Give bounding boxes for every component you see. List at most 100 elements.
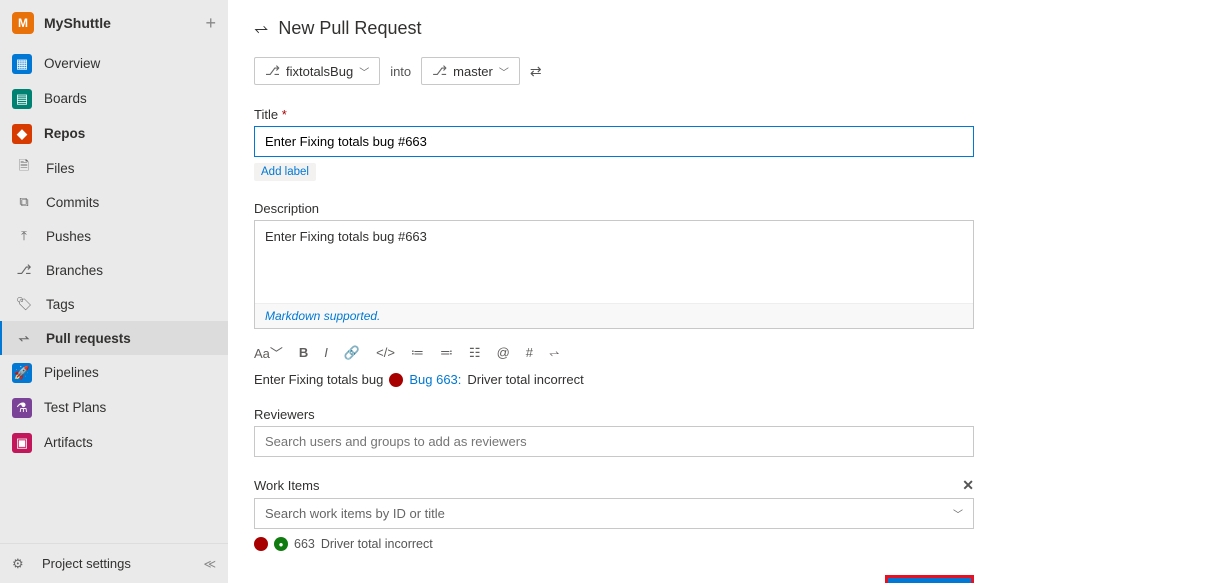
link-tool[interactable]: 🔗 xyxy=(344,345,360,361)
source-branch-select[interactable]: ⎇ fixtotalsBug ﹀ xyxy=(254,57,380,85)
sidebar-item-label: Artifacts xyxy=(44,435,93,450)
bug-icon xyxy=(389,373,403,387)
sidebar-item-files[interactable]: 🗎 Files xyxy=(0,151,228,185)
description-box: Enter Fixing totals bug #663 Markdown su… xyxy=(254,220,974,329)
chevron-down-icon: ﹀ xyxy=(359,64,369,79)
branch-selector-row: ⎇ fixtotalsBug ﹀ into ⎇ master ﹀ ⇄ xyxy=(254,57,1184,85)
target-branch-name: master xyxy=(453,64,493,79)
sidebar-footer[interactable]: ⚙ Project settings ≪ xyxy=(0,543,228,583)
plus-icon[interactable]: + xyxy=(205,13,216,34)
work-items-combo[interactable]: Search work items by ID or title ﹀ xyxy=(254,498,974,529)
collapse-icon[interactable]: ≪ xyxy=(203,557,216,571)
mention-tool[interactable]: @ xyxy=(497,345,510,360)
required-asterisk: * xyxy=(282,107,287,122)
reviewers-input[interactable] xyxy=(254,426,974,457)
branch-icon: ⎇ xyxy=(14,260,34,280)
sidebar-nav: ▦ Overview ▤ Boards ◆ Repos 🗎 Files ⧉ Co… xyxy=(0,46,228,543)
sidebar-item-pipelines[interactable]: 🚀 Pipelines xyxy=(0,355,228,390)
bullet-list-tool[interactable]: ≔ xyxy=(411,345,424,361)
work-items-label: Work Items xyxy=(254,478,320,493)
sidebar-item-label: Pull requests xyxy=(46,331,131,346)
pr-icon: ⥋ xyxy=(14,328,34,348)
project-logo: M xyxy=(12,12,34,34)
sidebar-item-repos[interactable]: ◆ Repos xyxy=(0,116,228,151)
title-input[interactable] xyxy=(254,126,974,157)
overview-icon: ▦ xyxy=(12,54,32,74)
sidebar-item-pushes[interactable]: ⤒ Pushes xyxy=(0,219,228,253)
sidebar-item-overview[interactable]: ▦ Overview xyxy=(0,46,228,81)
boards-icon: ▤ xyxy=(12,89,32,109)
target-branch-select[interactable]: ⎇ master ﹀ xyxy=(421,57,520,85)
chevron-down-icon: ﹀ xyxy=(499,64,509,79)
sidebar-item-pull-requests[interactable]: ⥋ Pull requests xyxy=(0,321,228,355)
test-plans-icon: ⚗ xyxy=(12,398,32,418)
number-list-tool[interactable]: ≕ xyxy=(440,345,453,361)
bold-tool[interactable]: B xyxy=(299,345,308,360)
gear-icon: ⚙ xyxy=(12,556,32,572)
repos-icon: ◆ xyxy=(12,124,32,144)
sidebar-item-label: Commits xyxy=(46,195,99,210)
sidebar-item-label: Overview xyxy=(44,56,100,71)
sidebar-item-label: Test Plans xyxy=(44,400,106,415)
heading-tool[interactable]: Aa﹀ xyxy=(254,343,283,362)
assignee-avatar: ● xyxy=(274,537,288,551)
sidebar-item-commits[interactable]: ⧉ Commits xyxy=(0,185,228,219)
into-label: into xyxy=(390,64,411,79)
sidebar-item-label: Pipelines xyxy=(44,365,99,380)
sidebar-item-boards[interactable]: ▤ Boards xyxy=(0,81,228,116)
swap-branches-icon[interactable]: ⇄ xyxy=(530,63,542,80)
code-tool[interactable]: </> xyxy=(376,345,395,360)
pr-link-tool[interactable]: ⥋ xyxy=(549,345,559,361)
sidebar-item-test-plans[interactable]: ⚗ Test Plans xyxy=(0,390,228,425)
pull-request-icon: ⥋ xyxy=(254,18,268,39)
checklist-tool[interactable]: ☷ xyxy=(469,345,481,361)
sidebar-item-label: Files xyxy=(46,161,75,176)
work-items-placeholder: Search work items by ID or title xyxy=(265,506,445,521)
close-icon[interactable]: ✕ xyxy=(962,477,974,494)
sidebar-item-tags[interactable]: 🏷 Tags xyxy=(0,287,228,321)
sidebar-item-branches[interactable]: ⎇ Branches xyxy=(0,253,228,287)
bug-icon xyxy=(254,537,268,551)
add-label-button[interactable]: Add label xyxy=(254,163,316,181)
project-settings-label: Project settings xyxy=(42,556,131,571)
preview-text: Enter Fixing totals bug xyxy=(254,372,383,387)
main-content: ⥋ New Pull Request ⎇ fixtotalsBug ﹀ into… xyxy=(228,0,1210,583)
file-icon: 🗎 xyxy=(14,158,34,178)
create-row: Create xyxy=(254,575,974,583)
markdown-hint: Markdown supported. xyxy=(255,303,973,328)
italic-tool[interactable]: I xyxy=(324,345,328,360)
create-button[interactable]: Create xyxy=(885,575,974,583)
sidebar-item-label: Pushes xyxy=(46,229,91,244)
tag-icon: 🏷 xyxy=(14,294,34,314)
work-item-row[interactable]: ● 663 Driver total incorrect xyxy=(254,537,1184,551)
commit-icon: ⧉ xyxy=(14,192,34,212)
branch-icon: ⎇ xyxy=(265,63,280,79)
hash-tool[interactable]: # xyxy=(526,345,533,360)
sidebar: M MyShuttle + ▦ Overview ▤ Boards ◆ Repo… xyxy=(0,0,228,583)
chevron-down-icon: ﹀ xyxy=(953,506,963,521)
work-item-id: 663 xyxy=(294,537,315,551)
description-input[interactable]: Enter Fixing totals bug #663 xyxy=(255,221,973,303)
description-preview: Enter Fixing totals bug Bug 663: Driver … xyxy=(254,372,1184,387)
source-branch-name: fixtotalsBug xyxy=(286,64,353,79)
sidebar-item-label: Boards xyxy=(44,91,87,106)
bug-title: Driver total incorrect xyxy=(467,372,583,387)
reviewers-label: Reviewers xyxy=(254,407,1184,422)
bug-link[interactable]: Bug 663: xyxy=(409,372,461,387)
sidebar-item-artifacts[interactable]: ▣ Artifacts xyxy=(0,425,228,460)
pipelines-icon: 🚀 xyxy=(12,363,32,383)
editor-toolbar: Aa﹀ B I 🔗 </> ≔ ≕ ☷ @ # ⥋ xyxy=(254,343,1184,362)
sidebar-item-label: Branches xyxy=(46,263,103,278)
project-header: M MyShuttle + xyxy=(0,0,228,46)
sidebar-item-label: Repos xyxy=(44,126,85,141)
sidebar-item-label: Tags xyxy=(46,297,75,312)
artifacts-icon: ▣ xyxy=(12,433,32,453)
description-label: Description xyxy=(254,201,1184,216)
push-icon: ⤒ xyxy=(14,226,34,246)
page-title: New Pull Request xyxy=(278,18,421,39)
project-name: MyShuttle xyxy=(44,15,205,31)
branch-icon: ⎇ xyxy=(432,63,447,79)
title-label: Title * xyxy=(254,107,1184,122)
work-item-title: Driver total incorrect xyxy=(321,537,433,551)
page-header: ⥋ New Pull Request xyxy=(254,18,1184,39)
